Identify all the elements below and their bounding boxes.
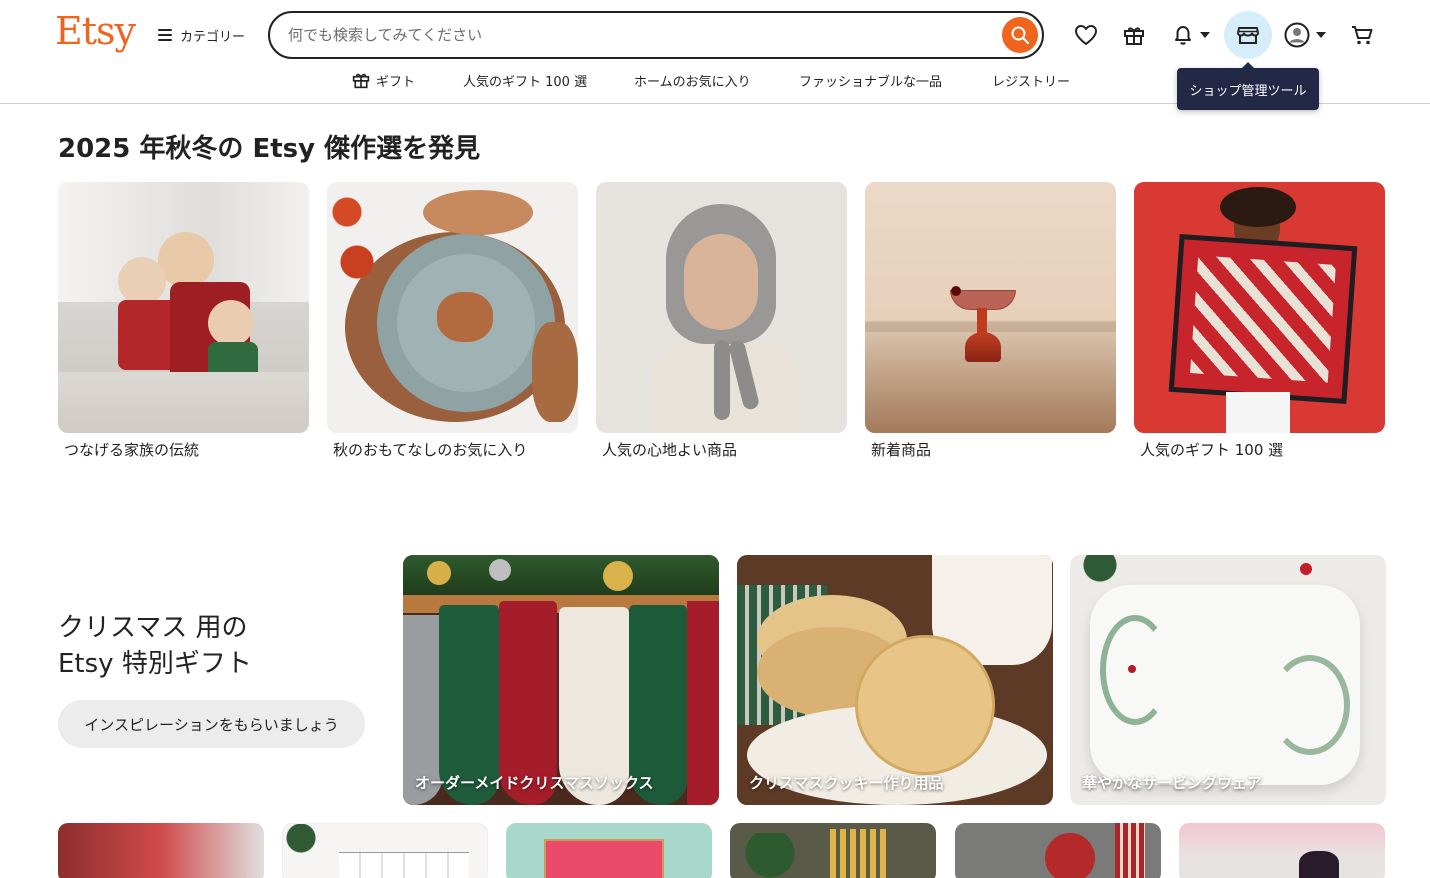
shop-manager-button[interactable] <box>1224 11 1272 59</box>
card-label: 新着商品 <box>871 441 932 459</box>
bottom-product-card[interactable] <box>1179 823 1385 878</box>
card-label: 秋のおもてなしのお気に入り <box>333 441 528 459</box>
search-icon <box>1011 26 1030 45</box>
card-image <box>403 555 719 805</box>
card-image <box>737 555 1053 805</box>
notifications-button[interactable] <box>1168 15 1214 55</box>
shop-icon <box>1237 27 1259 44</box>
christmas-card-cookie-supplies[interactable]: クリスマスクッキー作り用品 <box>737 555 1053 805</box>
chevron-down-icon <box>1200 32 1210 38</box>
favorites-button[interactable] <box>1070 15 1102 55</box>
card-caption: オーダーメイドクリスマスソックス <box>415 774 654 792</box>
bottom-product-card[interactable] <box>506 823 712 878</box>
card-image <box>865 182 1116 433</box>
card-image <box>1134 182 1385 433</box>
card-image <box>58 182 309 433</box>
christmas-card-custom-stockings[interactable]: オーダーメイドクリスマスソックス <box>403 555 719 805</box>
subnav-label: ホームのお気に入り <box>634 74 751 90</box>
card-label: つなげる家族の伝統 <box>64 441 200 459</box>
card-image <box>596 182 847 433</box>
category-card-family-traditions[interactable]: つなげる家族の伝統 <box>58 182 309 460</box>
bottom-product-card[interactable] <box>282 823 488 878</box>
subnav-home-favorites[interactable]: ホームのお気に入り <box>634 70 751 90</box>
search-button[interactable] <box>1002 17 1038 53</box>
menu-icon <box>158 29 172 41</box>
card-caption: 華やかなサービングウェア <box>1082 774 1263 792</box>
subnav-top-100-gifts[interactable]: 人気のギフト 100 選 <box>463 70 587 90</box>
cart-icon <box>1352 26 1373 45</box>
etsy-logo[interactable]: Etsy <box>55 9 136 53</box>
shop-manager-tooltip: ショップ管理ツール <box>1177 62 1319 110</box>
category-card-cozy-items[interactable]: 人気の心地よい商品 <box>596 182 847 460</box>
subnav-gifts[interactable]: ギフト <box>352 70 415 90</box>
category-card-top-100-gifts[interactable]: 人気のギフト 100 選 <box>1134 182 1385 460</box>
categories-label: カテゴリー <box>180 29 246 45</box>
card-label: 人気の心地よい商品 <box>602 441 738 459</box>
gift-icon <box>352 73 370 89</box>
categories-button[interactable]: カテゴリー <box>158 22 245 48</box>
christmas-card-serving-ware[interactable]: 華やかなサービングウェア <box>1070 555 1386 805</box>
subnav-registry[interactable]: レジストリー <box>992 70 1070 90</box>
category-card-fall-hosting[interactable]: 秋のおもてなしのお気に入り <box>327 182 578 460</box>
avatar-icon <box>1284 22 1310 48</box>
bottom-product-card[interactable] <box>955 823 1161 878</box>
section-title: 2025 年秋冬の Etsy 傑作選を発見 <box>58 134 481 164</box>
chevron-down-icon <box>1316 32 1326 38</box>
gift-mode-button[interactable] <box>1118 15 1150 55</box>
search-input[interactable] <box>288 23 988 47</box>
subnav-fashion-finds[interactable]: ファッショナブルな一品 <box>799 70 942 90</box>
gift-icon <box>1124 27 1144 45</box>
category-card-new-arrivals[interactable]: 新着商品 <box>865 182 1116 460</box>
search-bar <box>268 11 1044 59</box>
bottom-product-card[interactable] <box>730 823 936 878</box>
cart-button[interactable] <box>1346 15 1378 55</box>
christmas-title-line1: クリスマス 用の <box>58 613 248 643</box>
subnav-label: レジストリー <box>992 74 1071 90</box>
card-caption: クリスマスクッキー作り用品 <box>749 774 944 792</box>
card-image <box>1070 555 1386 805</box>
subnav-label: 人気のギフト 100 選 <box>463 74 588 90</box>
bottom-product-card[interactable] <box>58 823 264 878</box>
get-inspired-button[interactable]: インスピレーションをもらいましょう <box>58 700 365 748</box>
card-image <box>327 182 578 433</box>
card-label: 人気のギフト 100 選 <box>1140 441 1284 459</box>
subnav-label: ギフト <box>376 74 416 90</box>
christmas-title-line2: Etsy 特別ギフト <box>58 649 252 679</box>
subnav-label: ファッショナブルな一品 <box>799 74 943 90</box>
heart-icon <box>1075 25 1097 45</box>
account-button[interactable] <box>1282 15 1328 55</box>
bell-icon <box>1175 26 1191 45</box>
christmas-section-title: クリスマス 用の Etsy 特別ギフト <box>58 610 252 682</box>
